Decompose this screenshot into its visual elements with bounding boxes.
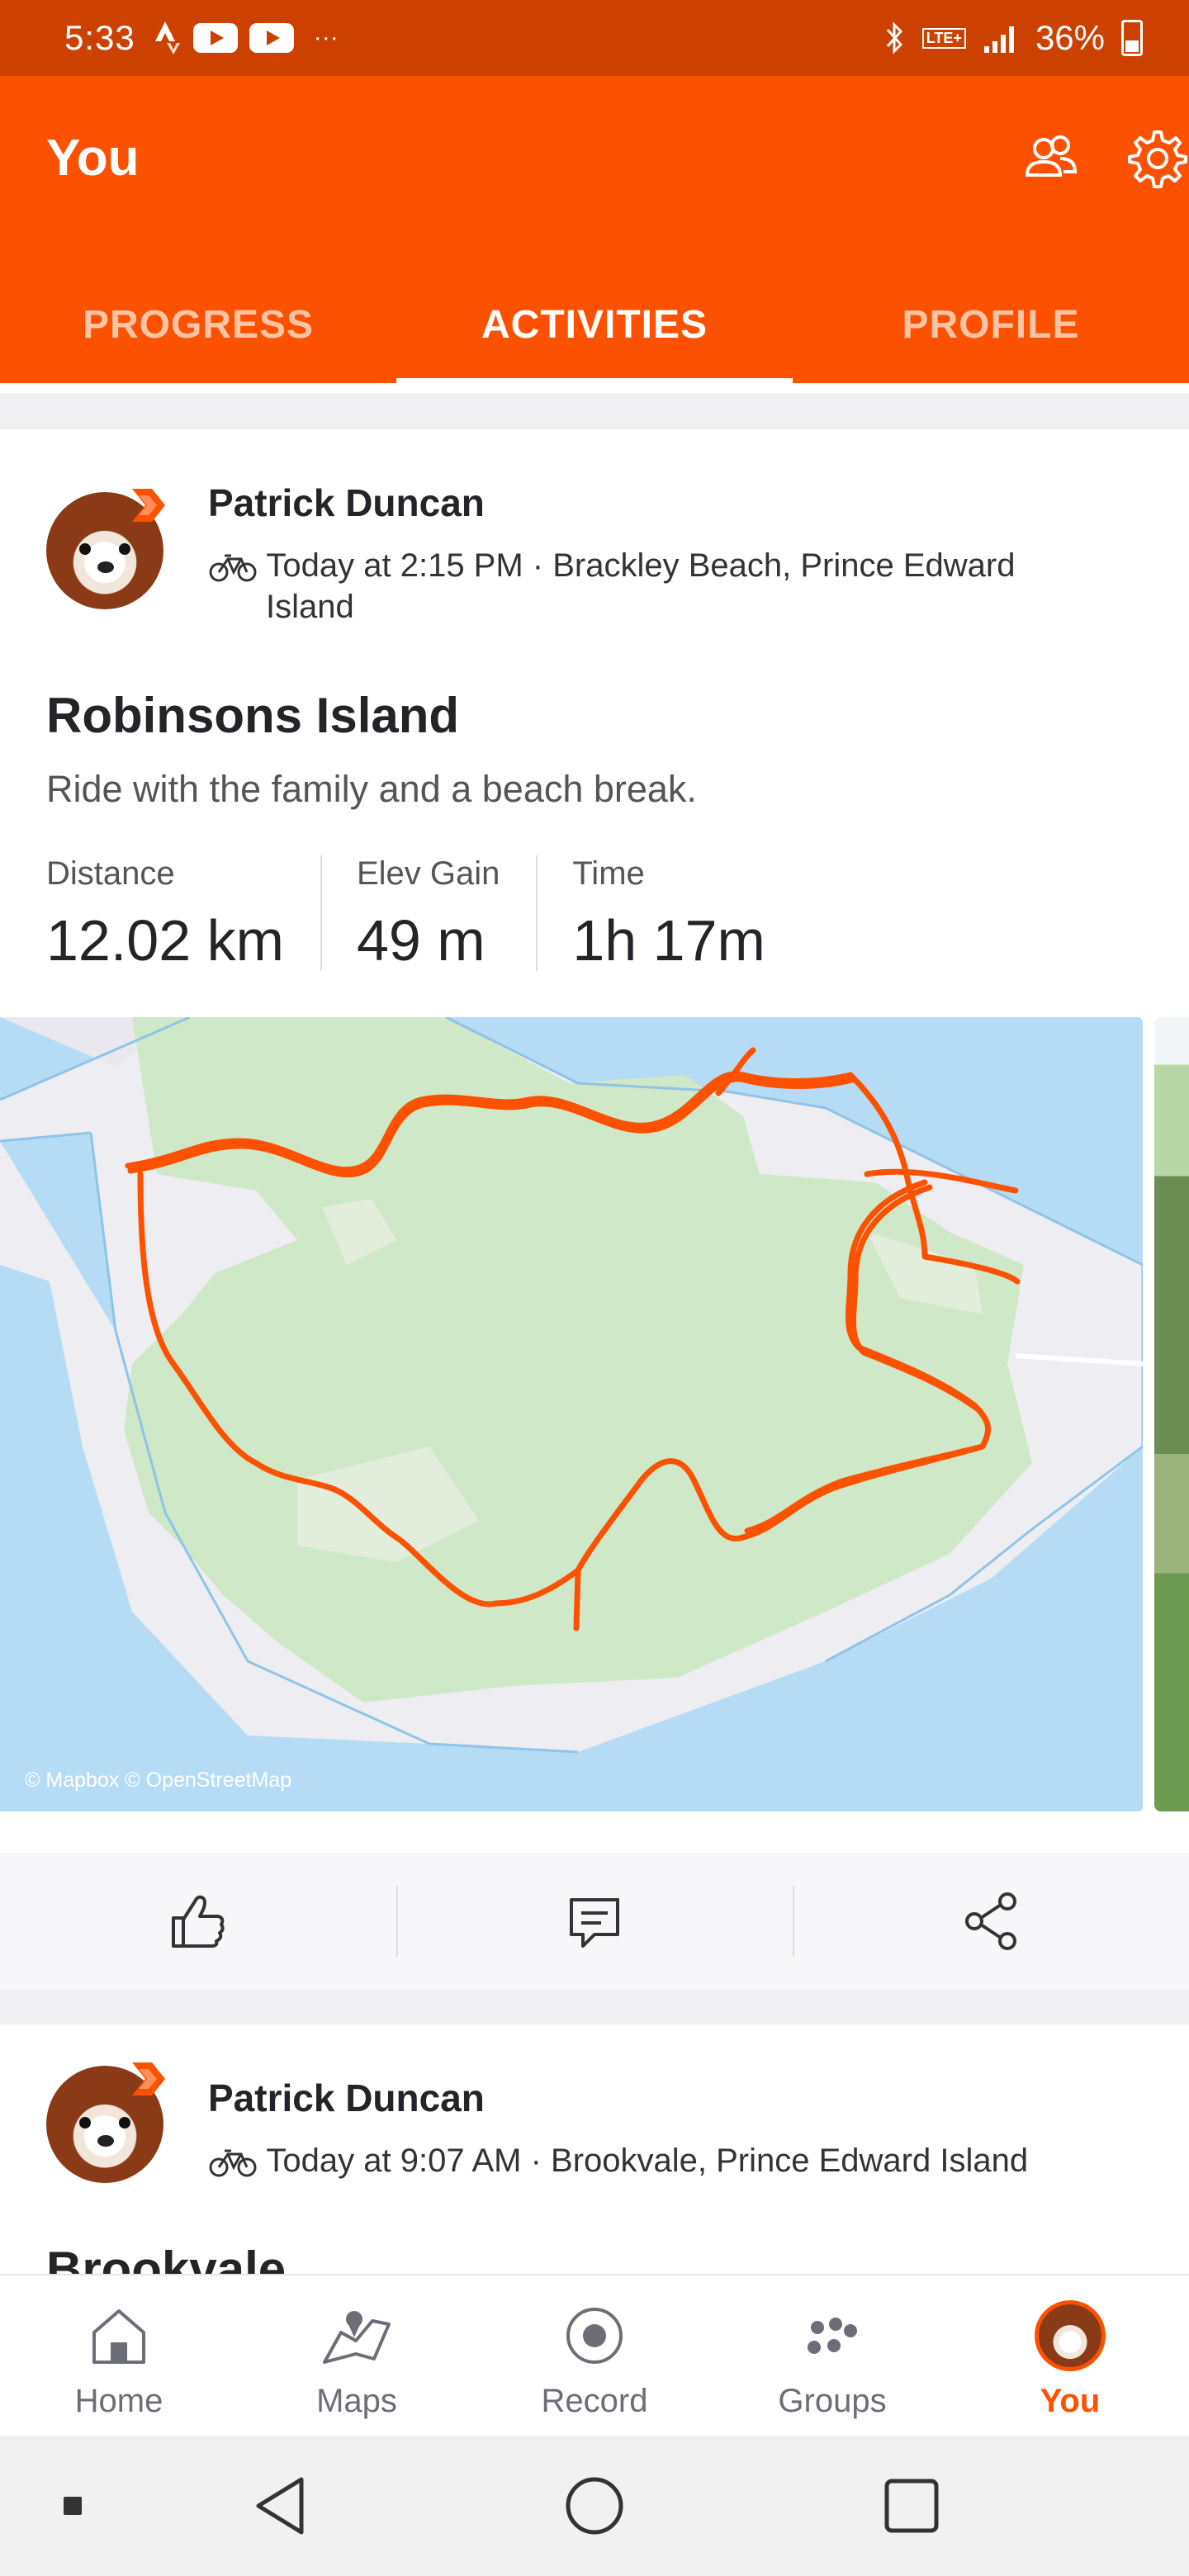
subscriber-badge-icon — [132, 489, 165, 522]
recents-icon[interactable] — [882, 2476, 941, 2536]
athlete-name[interactable]: Patrick Duncan — [208, 2076, 485, 2120]
thumbs-up-icon — [172, 1895, 225, 1948]
nav-label: Home — [74, 2383, 163, 2419]
avatar-eye — [119, 543, 130, 555]
share-icon — [965, 1892, 1016, 1950]
tab-activities[interactable]: ACTIVITIES — [396, 266, 793, 383]
tab-progress[interactable]: PROGRESS — [0, 266, 396, 383]
home-icon — [92, 2309, 145, 2364]
avatar-eye — [79, 2117, 91, 2129]
tab-bar: PROGRESS ACTIVITIES PROFILE — [0, 266, 1189, 383]
kudos-button[interactable] — [0, 1853, 396, 1990]
bottom-nav: Home Maps Record Groups You — [0, 2274, 1189, 2436]
header-gap — [0, 383, 1189, 393]
stat-label: Elev Gain — [356, 855, 500, 892]
stat-elev-gain: Elev Gain 49 m — [356, 855, 538, 973]
app-header: You PROGRESS ACTIVITIES PROFILE — [0, 76, 1189, 383]
activity-meta-line1: Today at 9:07 AM · Brookvale, Prince Edw… — [266, 2143, 1029, 2179]
stat-time: Time 1h 17m — [572, 855, 801, 973]
back-icon[interactable] — [252, 2474, 310, 2537]
status-time: 5:33 — [64, 18, 135, 57]
battery-icon — [1121, 20, 1143, 56]
group-icon[interactable] — [1017, 125, 1083, 192]
status-left-icons: ··· — [154, 20, 339, 56]
stat-value: 1h 17m — [572, 908, 765, 973]
nav-maps[interactable]: Maps — [238, 2275, 476, 2436]
system-nav-bar — [0, 2436, 1189, 2576]
activity-stats: Distance 12.02 km Elev Gain 49 m Time 1h… — [46, 855, 836, 973]
tab-profile[interactable]: PROFILE — [793, 266, 1189, 383]
nav-label: Groups — [778, 2383, 887, 2419]
record-icon — [566, 2308, 623, 2364]
activity-meta-line1: Today at 2:15 PM · Brackley Beach, Princ… — [266, 547, 1016, 584]
next-photo-peek[interactable] — [1154, 1017, 1189, 1811]
status-bar: 5:33 ··· LTE+ 36% — [0, 0, 1189, 76]
activity-meta: Today at 2:15 PM · Brackley Beach, Princ… — [208, 545, 1015, 586]
avatar-nose — [97, 2135, 114, 2147]
avatar[interactable] — [46, 489, 165, 609]
signal-icon — [983, 26, 1014, 53]
youtube-icon — [249, 23, 294, 53]
route-map[interactable] — [0, 1017, 1143, 1811]
map-canvas — [0, 1017, 1143, 1754]
maps-icon — [323, 2311, 391, 2364]
activity-title[interactable]: Robinsons Island — [46, 687, 459, 744]
youtube-icon — [192, 23, 238, 53]
network-type-icon: LTE+ — [921, 27, 966, 49]
subscriber-badge-icon — [132, 2062, 165, 2095]
stat-distance: Distance 12.02 km — [46, 855, 322, 973]
activity-title[interactable]: Brookvale — [46, 2241, 286, 2274]
share-button[interactable] — [793, 1853, 1189, 1990]
activity-meta: Today at 9:07 AM · Brookvale, Prince Edw… — [208, 2140, 1028, 2181]
settings-gear-icon[interactable] — [1125, 125, 1189, 192]
athlete-name[interactable]: Patrick Duncan — [208, 481, 485, 525]
status-right-icons: LTE+ 36% — [884, 18, 1143, 58]
avatar — [1035, 2300, 1106, 2371]
avatar-nose — [97, 561, 114, 573]
bluetooth-icon — [886, 21, 902, 54]
activity-actions — [0, 1853, 1189, 1990]
nav-you[interactable]: You — [951, 2275, 1189, 2436]
nav-groups[interactable]: Groups — [713, 2275, 951, 2436]
page-title: You — [46, 130, 140, 187]
nav-label: You — [1040, 2383, 1101, 2419]
strava-notification-icon — [154, 21, 180, 54]
nav-home[interactable]: Home — [0, 2275, 238, 2436]
groups-icon — [808, 2318, 857, 2354]
stat-value: 12.02 km — [46, 908, 284, 973]
comment-button[interactable] — [396, 1853, 793, 1990]
map-attribution[interactable]: © Mapbox © OpenStreetMap — [25, 1769, 291, 1792]
comment-icon — [570, 1898, 619, 1948]
avatar-eye — [119, 2117, 130, 2129]
stat-label: Time — [572, 855, 645, 892]
nav-label: Record — [541, 2383, 648, 2419]
bike-icon — [209, 2149, 257, 2177]
nav-label: Maps — [316, 2383, 397, 2419]
home-circle-icon[interactable] — [563, 2474, 626, 2537]
more-notifications-icon: ··· — [313, 24, 339, 51]
stat-label: Distance — [46, 855, 175, 892]
nav-dot-icon — [64, 2497, 82, 2515]
nav-record[interactable]: Record — [476, 2275, 713, 2436]
activity-meta-line2: Island — [266, 589, 354, 625]
avatar-eye — [79, 543, 91, 555]
avatar[interactable] — [46, 2062, 165, 2183]
bike-icon — [209, 554, 257, 582]
stat-value: 49 m — [356, 908, 486, 973]
battery-percent: 36% — [1035, 18, 1105, 57]
activity-description: Ride with the family and a beach break. — [46, 768, 697, 810]
activity-card[interactable]: Patrick Duncan Today at 9:07 AM · Brookv… — [0, 2024, 1189, 2274]
